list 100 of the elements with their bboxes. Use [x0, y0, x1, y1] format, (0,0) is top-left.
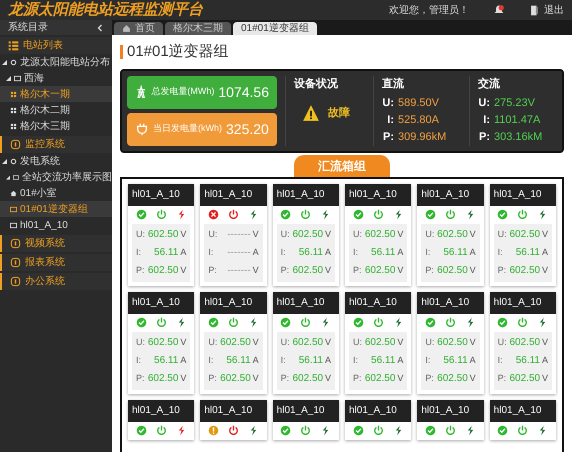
reading-value: 602.50	[148, 372, 178, 386]
tree-item[interactable]: 格尔木一期	[0, 86, 112, 102]
card-title: hl01_A_10	[200, 400, 267, 422]
unit-label: V	[396, 264, 404, 277]
unit-label: V	[179, 228, 186, 241]
energy-label: 当日发电量(kWh)	[153, 122, 222, 136]
reading-value: 1101.47A	[494, 112, 540, 128]
reading-label: U:	[353, 228, 363, 241]
section-title: 直流	[382, 76, 405, 92]
reading-label: U:	[425, 228, 436, 241]
unit-label: V	[540, 336, 548, 349]
card-title: hl01_A_10	[417, 184, 484, 206]
card-title: hl01_A_10	[490, 292, 556, 314]
expander-icon[interactable]	[2, 158, 7, 164]
tree-item[interactable]: 01#小室	[0, 185, 112, 201]
reading-label: I:	[280, 354, 287, 367]
tower-icon	[135, 85, 148, 99]
unit-label: V	[396, 228, 404, 241]
expander-icon[interactable]	[6, 174, 10, 180]
app-title: 龙源太阳能电站远程监测平台	[8, 0, 204, 20]
reading-value: 602.50	[364, 264, 396, 278]
unit-label: V	[324, 336, 331, 349]
card-title: hl01_A_10	[200, 184, 267, 206]
unit-label: V	[179, 372, 186, 385]
expander-icon[interactable]	[6, 76, 11, 80]
folder-icon	[14, 74, 21, 82]
tree-item[interactable]: hl01_A_10	[0, 217, 112, 233]
reading-label: I:	[280, 246, 287, 259]
reading-label: I:	[482, 112, 490, 128]
sidebar-section[interactable]: 电站列表	[0, 37, 112, 54]
unit-label: A	[252, 246, 259, 259]
reading-label: U:	[478, 96, 490, 111]
tab[interactable]: 格尔木三期	[165, 22, 231, 35]
unit-label: V	[540, 228, 548, 241]
collapse-button[interactable]	[96, 24, 104, 32]
reading-label: P:	[136, 264, 146, 277]
energy-value: 1074.56	[218, 82, 269, 102]
tab[interactable]: 01#01逆变器组	[233, 22, 317, 35]
tree-item[interactable]: 发电系统	[0, 153, 112, 169]
reading-value: 602.50	[510, 264, 540, 278]
expander-icon[interactable]	[2, 60, 7, 64]
reading-value: 56.11	[442, 246, 468, 260]
tree-item[interactable]: 格尔木二期	[0, 102, 112, 118]
reading-label: P:	[382, 130, 394, 145]
reading-value: 602.50	[437, 264, 468, 278]
page-title: 01#01逆变器组	[127, 42, 229, 62]
reading-value: -------	[226, 246, 251, 260]
reading-value: 56.11	[370, 246, 396, 260]
reading-value: 275.23V	[494, 96, 535, 111]
reading-value: 602.50	[292, 264, 324, 278]
card-title: hl01_A_10	[490, 400, 556, 422]
grid-icon	[10, 122, 17, 130]
reading-label: U:	[498, 228, 508, 241]
card-title: hl01_A_10	[128, 400, 194, 422]
tree-item[interactable]: 龙源太阳能电站分布	[0, 54, 112, 70]
sidebar-section[interactable]: 视频系统	[0, 235, 112, 252]
reading-value: 602.50	[148, 264, 178, 278]
reading-value: 602.50	[220, 372, 251, 386]
unit-label: V	[468, 372, 476, 385]
badge-icon	[10, 257, 21, 268]
card-title: hl01_A_10	[345, 400, 412, 422]
tree-item[interactable]: 格尔木三期	[0, 118, 112, 134]
reading-value: 602.50	[364, 372, 396, 386]
reading-value: 303.16kM	[494, 130, 542, 145]
badge-icon	[10, 238, 21, 249]
unit-label: V	[252, 228, 259, 241]
unit-label: V	[324, 228, 331, 241]
reading-value: 56.11	[442, 354, 468, 368]
reading-label: I:	[208, 246, 214, 259]
reading-label: U:	[136, 336, 146, 349]
sidebar-section[interactable]: 监控系统	[0, 136, 112, 153]
reading-value: 602.50	[510, 228, 540, 242]
unit-label: A	[252, 354, 259, 367]
reading-value: 602.50	[437, 228, 468, 242]
unit-label: V	[179, 264, 186, 277]
reading-value: -------	[226, 264, 251, 278]
reading-label: U:	[280, 228, 291, 241]
sidebar-section[interactable]: 报表系统	[0, 254, 112, 271]
circle-icon	[10, 58, 17, 66]
tree-item[interactable]: 全站交流功率展示图	[0, 169, 112, 185]
sidebar-section[interactable]: 办公系统	[0, 273, 112, 290]
circle-icon	[10, 158, 17, 164]
card-title: hl01_A_10	[272, 400, 339, 422]
logout-button[interactable]: 退出	[529, 2, 564, 18]
reading-value: 602.50	[437, 372, 468, 386]
section-title: 交流	[478, 76, 501, 92]
unit-label: A	[324, 246, 331, 259]
unit-label: V	[540, 264, 548, 277]
folder-icon	[10, 222, 17, 228]
energy-value: 325.20	[226, 120, 269, 138]
tab[interactable]: 首页	[114, 22, 163, 35]
reading-value: 589.50V	[398, 96, 439, 111]
card-title: hl01_A_10	[345, 292, 412, 314]
tree-item[interactable]: 01#01逆变器组	[0, 201, 112, 217]
reading-value: 602.50	[148, 336, 178, 350]
reading-label: U:	[136, 228, 146, 241]
reading-label: U:	[498, 336, 508, 349]
bell-icon	[493, 4, 505, 16]
tree-item[interactable]: 西海	[0, 70, 112, 86]
reading-label: P:	[425, 264, 435, 277]
